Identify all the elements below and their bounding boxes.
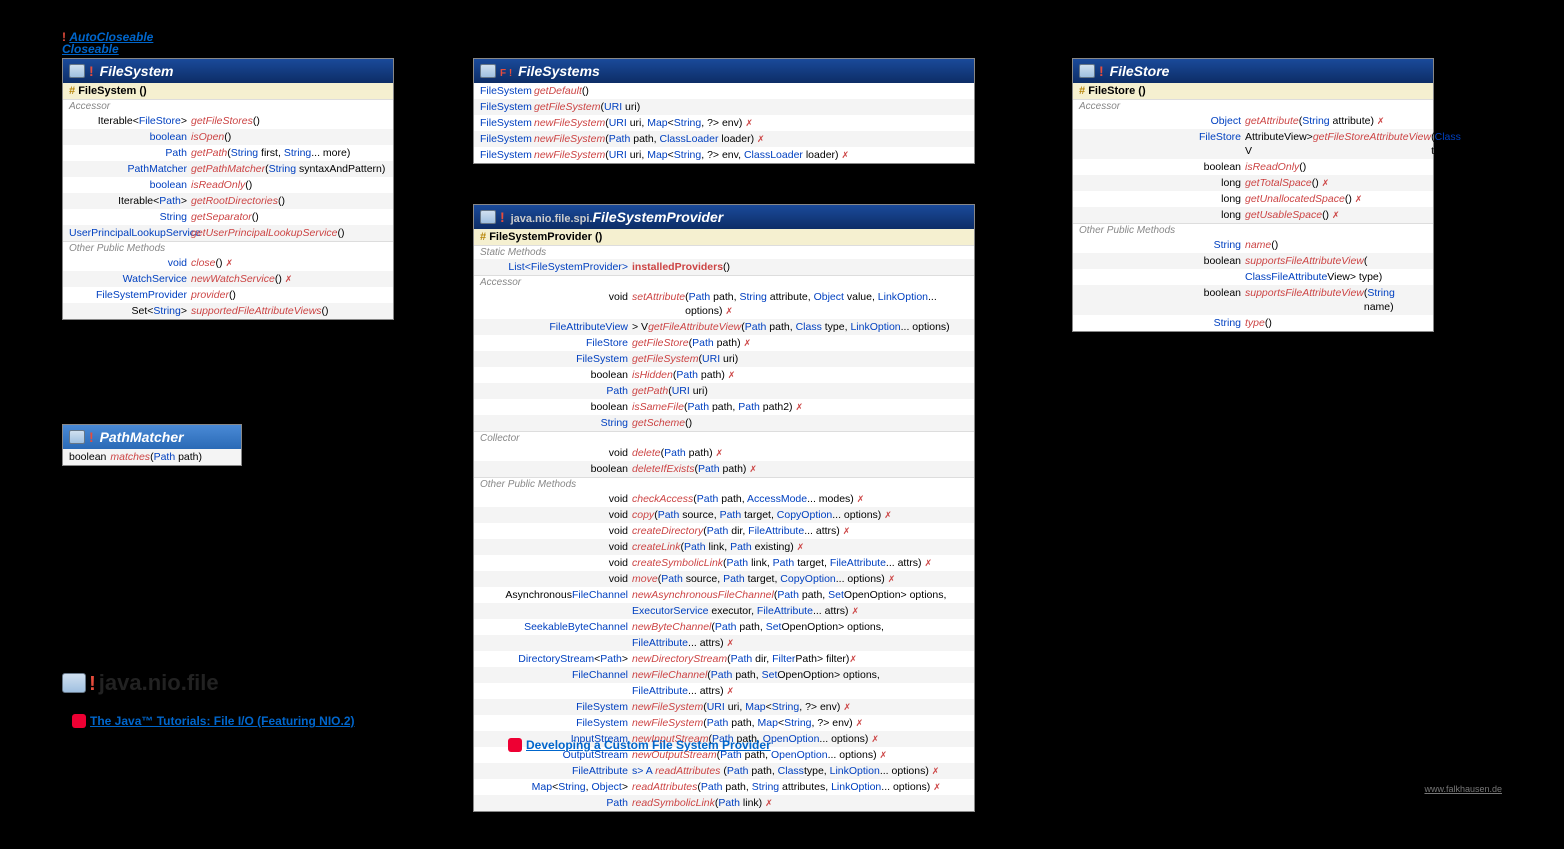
pathmatcher-header: ! PathMatcher [63, 425, 241, 449]
method-row: boolean isReadOnly () [1073, 159, 1433, 175]
method-row: boolean supportsFileAttributeView (Strin… [1073, 285, 1433, 315]
section-accessor: Accessor [63, 99, 393, 113]
method-row: void delete (Path path) ✗ [474, 445, 974, 461]
method-row: ClassFileAttributeView> type) [1073, 269, 1433, 285]
filesystem-ctor: # FileSystem () [63, 83, 393, 99]
tutorial-link[interactable]: The Java™ Tutorials: File I/O (Featuring… [72, 714, 355, 728]
method-row: FileAttribute... attrs) ✗ [474, 683, 974, 699]
method-row: FileStoreAttributeView> V getFileStoreAt… [1073, 129, 1433, 159]
method-row: boolean isOpen () [63, 129, 393, 145]
method-row: SeekableByteChannel newByteChannel (Path… [474, 619, 974, 635]
method-row: FileSystem getFileSystem (URI uri) [474, 351, 974, 367]
method-row: DirectoryStream<Path> newDirectoryStream… [474, 651, 974, 667]
method-row: FileChannel newFileChannel (Path path, S… [474, 667, 974, 683]
method-row: String getSeparator () [63, 209, 393, 225]
folder-icon [69, 64, 85, 78]
method-row: void createSymbolicLink (Path link, Path… [474, 555, 974, 571]
method-row: PathMatcher getPathMatcher (String synta… [63, 161, 393, 177]
method-row: void close () ✗ [63, 255, 393, 271]
package-label: ! java.nio.file [62, 670, 219, 696]
folder-icon [480, 64, 496, 78]
method-row: void setAttribute (Path path, String att… [474, 289, 974, 319]
method-row: FileAttributeView> V getFileAttributeVie… [474, 319, 974, 335]
method-row: FileSystem newFileSystem (URI uri, Map<S… [474, 147, 974, 163]
method-row: void copy (Path source, Path target, Cop… [474, 507, 974, 523]
section-other: Other Public Methods [474, 477, 974, 491]
method-row: Iterable<FileStore> getFileStores () [63, 113, 393, 129]
section-other: Other Public Methods [63, 241, 393, 255]
method-row: UserPrincipalLookupService getUserPrinci… [63, 225, 393, 241]
method-row: ExecutorService executor, FileAttribute.… [474, 603, 974, 619]
method-row: Iterable<Path> getRootDirectories () [63, 193, 393, 209]
filesystems-header: F ! FileSystems [474, 59, 974, 83]
method-row: FileStore getFileStore (Path path) ✗ [474, 335, 974, 351]
method-row: boolean deleteIfExists (Path path) ✗ [474, 461, 974, 477]
method-row: FileSystem newFileSystem (Path path, Map… [474, 715, 974, 731]
section-collector: Collector [474, 431, 974, 445]
section-other: Other Public Methods [1073, 223, 1433, 237]
method-row: Path readSymbolicLink (Path link) ✗ [474, 795, 974, 811]
custom-provider-link[interactable]: Developing a Custom File System Provider [508, 738, 771, 752]
filesystemprovider-header: ! java.nio.file.spi.FileSystemProvider [474, 205, 974, 229]
footer-credit[interactable]: www.falkhausen.de [1424, 784, 1502, 794]
method-row: long getTotalSpace () ✗ [1073, 175, 1433, 191]
filestore-class: ! FileStore # FileStore () Accessor Obje… [1072, 58, 1434, 332]
method-row: long getUnallocatedSpace () ✗ [1073, 191, 1433, 207]
pathmatcher-class: ! PathMatcher boolean matches (Path path… [62, 424, 242, 466]
filesystemprovider-class: ! java.nio.file.spi.FileSystemProvider #… [473, 204, 975, 812]
method-row: FileAttributes> A readAttributes (Path p… [474, 763, 974, 779]
closeable-link[interactable]: Closeable [62, 42, 119, 56]
method-row: boolean matches (Path path) [63, 449, 241, 465]
method-row: String type () [1073, 315, 1433, 331]
filesystemprovider-ctor: # FileSystemProvider () [474, 229, 974, 245]
method-row: FileSystem newFileSystem (URI uri, Map<S… [474, 699, 974, 715]
method-row: AsynchronousFileChannel newAsynchronousF… [474, 587, 974, 603]
filesystem-class: ! FileSystem # FileSystem () Accessor It… [62, 58, 394, 320]
method-row: Map<String, Object> readAttributes (Path… [474, 779, 974, 795]
method-row: FileAttribute... attrs) ✗ [474, 635, 974, 651]
filestore-header: ! FileStore [1073, 59, 1433, 83]
method-row: FileSystem getDefault () [474, 83, 974, 99]
method-row: Object getAttribute (String attribute) ✗ [1073, 113, 1433, 129]
method-row: void checkAccess (Path path, AccessMode.… [474, 491, 974, 507]
method-row: Set<String> supportedFileAttributeViews … [63, 303, 393, 319]
spi-folder-icon [480, 210, 496, 224]
method-row: Path getPath (String first, String... mo… [63, 145, 393, 161]
method-row: boolean isReadOnly () [63, 177, 393, 193]
filestore-ctor: # FileStore () [1073, 83, 1433, 99]
method-row: void createDirectory (Path dir, FileAttr… [474, 523, 974, 539]
method-row: List<FileSystemProvider> installedProvid… [474, 259, 974, 275]
method-row: FileSystem newFileSystem (Path path, Cla… [474, 131, 974, 147]
method-row: FileSystem getFileSystem (URI uri) [474, 99, 974, 115]
folder-icon [1079, 64, 1095, 78]
method-row: String name () [1073, 237, 1433, 253]
method-row: FileSystemProvider provider () [63, 287, 393, 303]
section-accessor: Accessor [474, 275, 974, 289]
method-row: boolean isSameFile (Path path, Path path… [474, 399, 974, 415]
filesystems-class: F ! FileSystems FileSystem getDefault ()… [473, 58, 975, 164]
method-row: Path getPath (URI uri) [474, 383, 974, 399]
oracle-icon [72, 714, 86, 728]
method-row: void createLink (Path link, Path existin… [474, 539, 974, 555]
method-row: void move (Path source, Path target, Cop… [474, 571, 974, 587]
filesystem-header: ! FileSystem [63, 59, 393, 83]
method-row: boolean supportsFileAttributeView ( [1073, 253, 1433, 269]
section-accessor: Accessor [1073, 99, 1433, 113]
method-row: String getScheme () [474, 415, 974, 431]
oracle-icon [508, 738, 522, 752]
method-row: boolean isHidden (Path path) ✗ [474, 367, 974, 383]
method-row: WatchService newWatchService () ✗ [63, 271, 393, 287]
method-row: FileSystem newFileSystem (URI uri, Map<S… [474, 115, 974, 131]
folder-icon [69, 430, 85, 444]
method-row: long getUsableSpace () ✗ [1073, 207, 1433, 223]
section-static: Static Methods [474, 245, 974, 259]
